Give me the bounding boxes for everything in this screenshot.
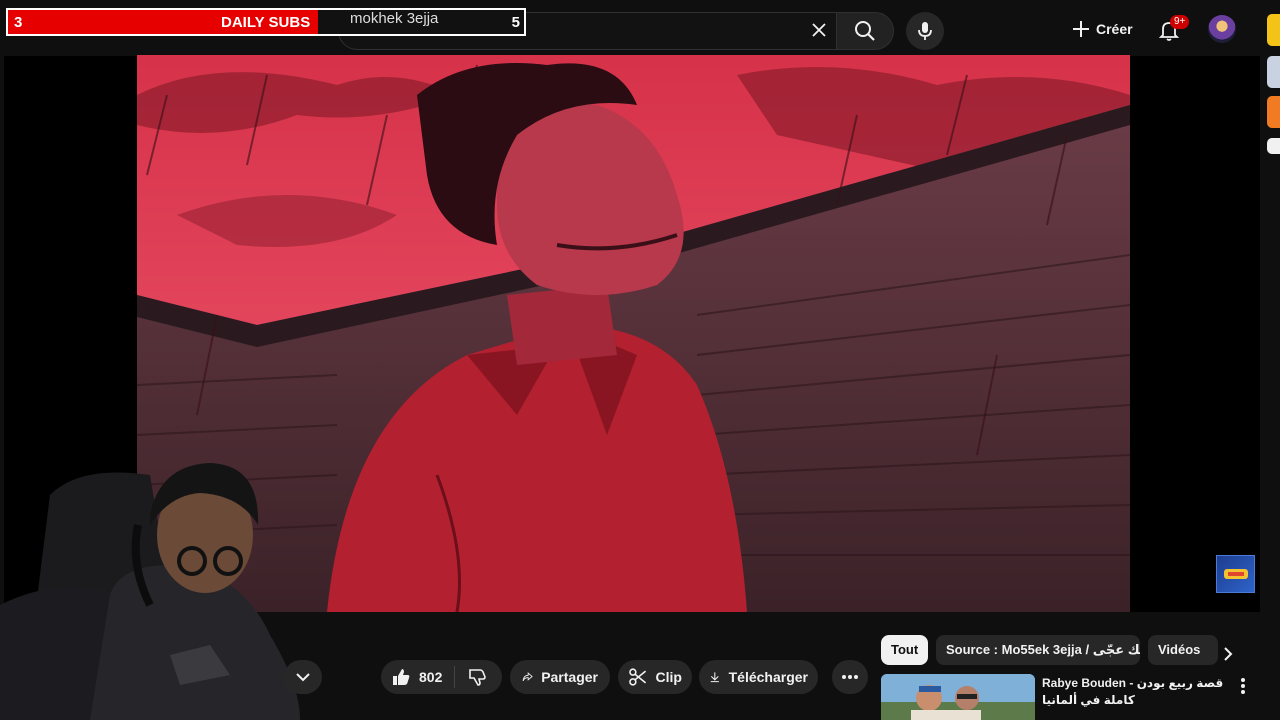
like-button[interactable]: 802: [381, 666, 456, 688]
more-horizontal-icon: [842, 675, 858, 679]
extension-tab-grey[interactable]: [1267, 56, 1280, 88]
extension-tab-yellow[interactable]: [1267, 14, 1280, 46]
chevron-right-icon: [1224, 647, 1233, 661]
close-icon: [812, 23, 826, 37]
daily-subs-goal: 5: [511, 14, 520, 31]
thumbs-down-icon: [469, 669, 487, 686]
more-actions-button[interactable]: [832, 660, 868, 694]
streamer-webcam-overlay: [0, 455, 320, 720]
download-button[interactable]: Télécharger: [699, 660, 818, 694]
daily-subs-title: DAILY SUBS: [221, 14, 311, 31]
chevron-down-icon: [296, 673, 310, 682]
create-button-label: Créer: [1096, 21, 1133, 37]
search-button[interactable]: [836, 12, 894, 50]
channel-watermark[interactable]: [1216, 555, 1255, 593]
extension-tab-orange[interactable]: [1267, 96, 1280, 128]
chip-videos[interactable]: Vidéos: [1148, 635, 1218, 665]
daily-subs-progress-overlay: 3 DAILY SUBS 5: [6, 8, 526, 36]
more-vertical-icon: [1241, 678, 1245, 694]
thumbs-up-icon: [393, 669, 410, 685]
scissors-icon: [629, 668, 647, 686]
share-label: Partager: [541, 669, 598, 685]
chip-all[interactable]: Tout: [881, 635, 929, 665]
share-button[interactable]: Partager: [510, 660, 610, 694]
notification-count-badge: 9+: [1170, 15, 1190, 29]
like-count: 802: [419, 669, 443, 685]
share-icon: [522, 672, 533, 682]
expand-description-button[interactable]: [284, 660, 322, 694]
voice-search-button[interactable]: [906, 12, 944, 50]
chips-next-button[interactable]: [1214, 640, 1242, 668]
like-dislike-group: 802: [381, 660, 502, 694]
extension-tab-white: [1267, 138, 1280, 154]
daily-subs-current: 3: [14, 14, 23, 31]
clear-search-button[interactable]: [804, 16, 834, 44]
chip-source-channel[interactable]: Source : Mo55ek 3ejja / مخّك عجّى: [936, 635, 1140, 665]
plus-icon: [1073, 21, 1089, 37]
clip-button[interactable]: Clip: [618, 660, 692, 694]
recommended-video-menu-button[interactable]: [1236, 676, 1250, 696]
channel-logo-icon: [1223, 569, 1248, 579]
account-avatar[interactable]: [1208, 15, 1236, 43]
download-icon: [710, 672, 719, 683]
download-label: Télécharger: [728, 669, 808, 685]
search-query-text: mokhek 3ejja: [350, 10, 439, 27]
microphone-icon: [918, 22, 932, 40]
recommended-video-title[interactable]: Rabye Bouden - قصة ربيع بودن كاملة في أل…: [1042, 675, 1228, 709]
dislike-button[interactable]: [455, 667, 499, 687]
recommended-video-thumbnail[interactable]: [881, 674, 1035, 720]
clip-label: Clip: [655, 669, 682, 685]
create-button[interactable]: Créer: [1062, 12, 1143, 46]
search-icon: [855, 21, 875, 41]
